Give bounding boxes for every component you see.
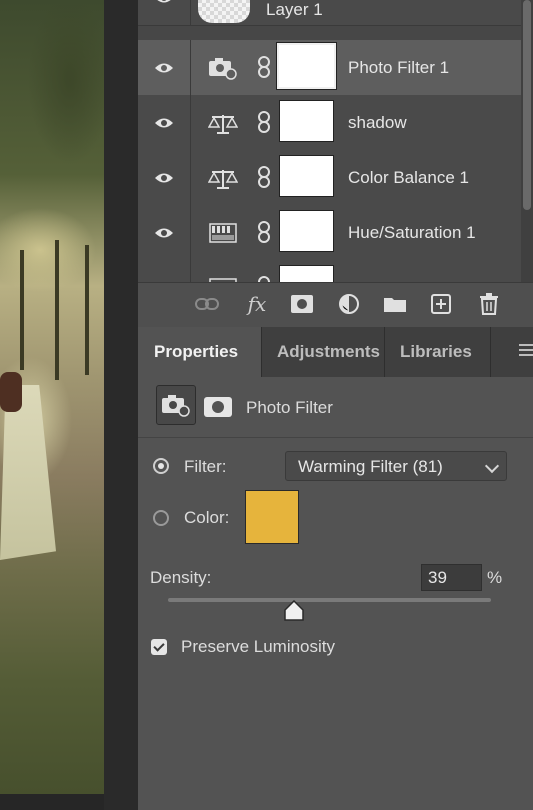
visibility-toggle[interactable] [138,205,191,260]
new-layer-icon[interactable] [428,291,454,317]
panel-tabbar: Properties Adjustments Libraries [138,327,533,377]
layer-row-photo-filter-1[interactable]: Photo Filter 1 [138,40,521,96]
tab-adjustments[interactable]: Adjustments [261,327,382,377]
filter-label: Filter: [184,457,227,476]
filter-radio[interactable] [153,458,169,474]
layers-list[interactable]: Layer 1 Photo Filter 1 shadow Color Bala… [138,0,533,282]
document-canvas[interactable] [0,0,104,794]
density-input[interactable]: 39 [421,564,482,591]
hue-saturation-icon [209,223,237,243]
photo-filter-icon [162,395,190,417]
person-figure [0,372,22,412]
visibility-toggle[interactable] [138,150,191,205]
color-balance-icon [208,115,238,134]
scrollbar-thumb[interactable] [523,0,531,210]
adjustment-layer-icon[interactable] [336,291,362,317]
chain-link-icon[interactable] [256,275,272,282]
fx-icon[interactable]: fx [244,291,270,317]
link-icon[interactable] [194,291,220,317]
panel-menu-icon[interactable] [519,344,533,359]
layer-mask-thumbnail[interactable] [279,100,334,142]
eye-icon [158,0,170,2]
chain-link-icon[interactable] [256,165,272,189]
layer-name: Photo Filter 1 [348,58,450,77]
folder-icon[interactable] [382,291,408,317]
layer-mask-thumbnail[interactable] [276,42,337,90]
visibility-toggle[interactable] [138,260,191,282]
add-mask-icon[interactable] [289,291,315,317]
layer-row-shadow[interactable]: shadow [138,95,521,151]
canvas-gutter [104,0,138,810]
visibility-toggle[interactable] [138,95,191,150]
preserve-luminosity-label: Preserve Luminosity [181,637,336,656]
layer-name: Hue/Saturation 1 [348,223,476,242]
eye-icon [155,118,173,127]
chain-link-icon[interactable] [256,55,272,79]
layer-thumbnail [198,0,250,23]
layer-row-partial[interactable] [138,260,521,282]
preserve-luminosity-checkbox[interactable] [151,639,167,655]
layer-mask-thumbnail[interactable] [279,210,334,252]
color-radio[interactable] [153,510,169,526]
chain-link-icon[interactable] [256,110,272,134]
layer-mask-thumbnail[interactable] [279,265,334,282]
layer-name: Color Balance 1 [348,168,469,187]
density-label: Density: [150,568,212,587]
visibility-toggle[interactable] [138,0,191,25]
tab-divider [490,327,491,377]
color-balance-icon [208,170,238,189]
tab-properties[interactable]: Properties [138,327,261,377]
layer-mask-thumbnail[interactable] [279,155,334,197]
layer-name: Layer 1 [266,0,323,19]
eye-icon [155,173,173,182]
eye-icon [155,228,173,237]
properties-header: Photo Filter [138,377,533,438]
density-slider-track[interactable] [168,598,491,602]
layer-row-color-balance-1[interactable]: Color Balance 1 [138,150,521,206]
chevron-down-icon [484,458,500,474]
filter-select-value: Warming Filter (81) [298,457,443,476]
tree-trunk [20,250,24,370]
color-label: Color: [184,508,230,527]
layer-row-hue-saturation-1[interactable]: Hue/Saturation 1 [138,205,521,261]
eye-icon [155,63,173,72]
tab-libraries[interactable]: Libraries [384,327,506,377]
layer-name: shadow [348,113,407,132]
density-slider-thumb[interactable] [283,600,305,622]
trash-icon[interactable] [476,291,502,317]
color-swatch[interactable] [245,490,299,544]
photo-filter-icon [209,58,237,80]
mask-icon[interactable] [204,397,232,417]
filter-select[interactable]: Warming Filter (81) [285,451,507,481]
right-panel: Layer 1 Photo Filter 1 shadow Color Bala… [138,0,533,810]
tree-trunk [55,240,59,380]
properties-title: Photo Filter [246,398,333,417]
canvas-bottom-edge [0,794,104,810]
adjustment-settings-button[interactable] [156,385,196,425]
density-unit: % [487,568,503,587]
chain-link-icon[interactable] [256,220,272,244]
layers-scrollbar[interactable] [521,0,533,282]
layers-toolbar: fx [138,282,533,328]
tree-trunk [85,245,89,375]
layer-row-layer-1[interactable]: Layer 1 [138,0,521,26]
visibility-toggle[interactable] [138,40,191,95]
